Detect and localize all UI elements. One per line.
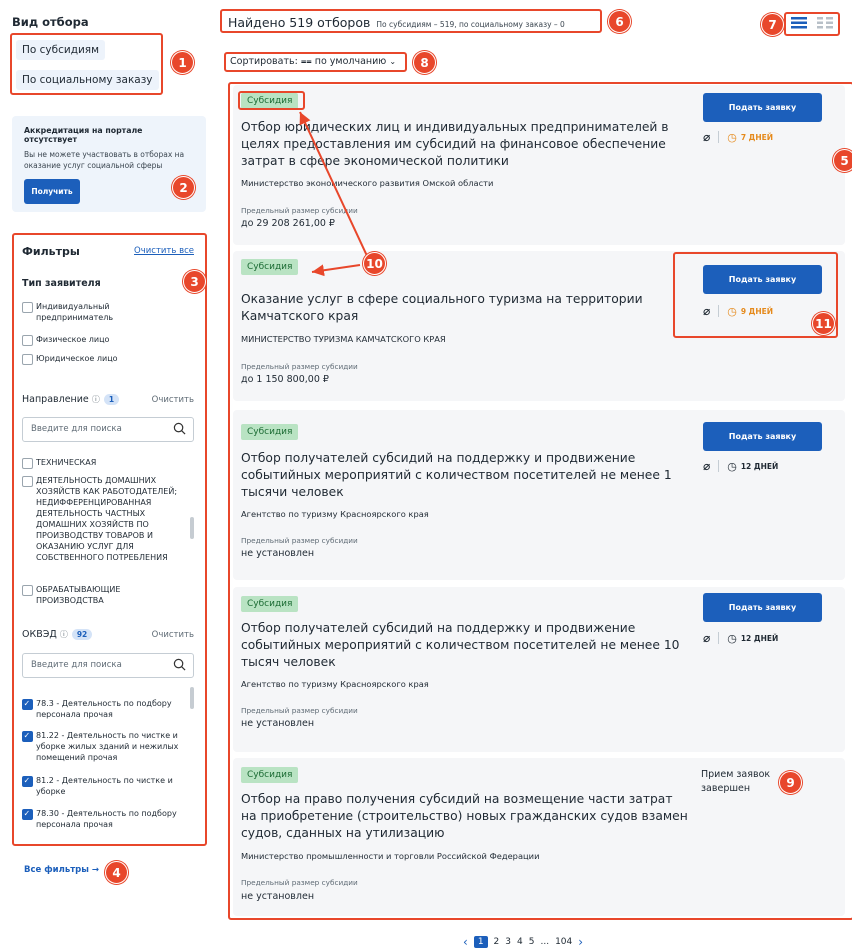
marker-badge: 3 [183,270,206,293]
marker-badge: 2 [172,176,195,199]
annotation-arrows [299,111,369,277]
marker-badge: 6 [608,10,631,33]
marker-badge: 4 [105,861,128,884]
marker-badge: 5 [833,149,852,172]
marker-badge: 1 [171,51,194,74]
marker-badge: 7 [761,13,784,36]
marker-badge: 9 [779,771,802,794]
marker-badge: 11 [812,312,835,335]
marker-badge: 10 [363,252,386,275]
marker-badge: 8 [413,51,436,74]
